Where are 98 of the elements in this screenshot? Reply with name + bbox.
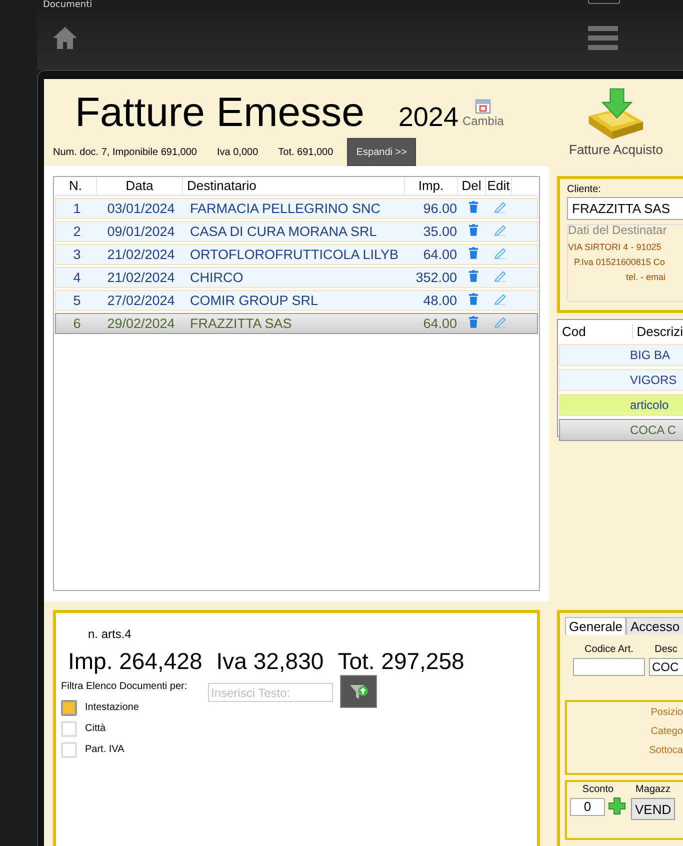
pencil-icon[interactable] xyxy=(494,202,506,213)
date-cell-text: 03/01/2024 xyxy=(106,201,176,216)
summary-text: Num. doc. 7, Imponibile 691,000 xyxy=(53,146,197,158)
column-header: Destinatario xyxy=(183,177,405,195)
funnel-icon xyxy=(348,682,368,700)
code-label: Codice Art. xyxy=(584,644,634,655)
pencil-icon[interactable] xyxy=(494,294,506,305)
filter-button[interactable] xyxy=(340,675,377,708)
column-header: Cod xyxy=(559,324,633,338)
total-value: Imp. 264,428 xyxy=(68,648,202,675)
row-number: 3 xyxy=(72,247,82,262)
tab[interactable]: Generale xyxy=(565,617,626,635)
row-number: 6 xyxy=(72,316,82,331)
recipient-cell-text: COMIR GROUP SRL xyxy=(189,293,320,308)
checkbox[interactable] xyxy=(61,700,77,716)
recipient-cell-text: FARMACIA PELLEGRINO SNC xyxy=(189,201,382,216)
description-label: Desc xyxy=(654,644,678,655)
column-header: Data xyxy=(97,177,183,195)
row-number: 5 xyxy=(72,293,82,308)
checkbox-label: Part. IVA xyxy=(85,744,124,755)
discount-label: Sconto xyxy=(582,784,614,795)
recipient-cell-text: ORTOFLOROFRUTTICOLA LILYB xyxy=(189,247,400,262)
amount-cell-text: 352.00 xyxy=(414,270,458,285)
recipient-detail: tel. - emai xyxy=(625,272,667,282)
summary-text: Iva 0,000 xyxy=(216,146,258,158)
trash-icon[interactable] xyxy=(468,316,478,328)
document-row[interactable]: 5 27/02/2024 COMIR GROUP SRL 48.00 xyxy=(55,290,538,311)
client-field[interactable]: FRAZZITTA SAS xyxy=(567,197,683,220)
pencil-icon[interactable] xyxy=(494,225,506,236)
document-row[interactable]: 2 09/01/2024 CASA DI CURA MORANA SRL 35.00 xyxy=(55,221,538,242)
tab[interactable]: Accesso xyxy=(626,617,683,635)
column-header: Del xyxy=(458,177,486,195)
pencil-icon[interactable] xyxy=(494,317,506,328)
app-title: Documenti xyxy=(43,0,92,11)
article-count: n. arts.4 xyxy=(88,627,132,641)
amount-cell-text: 64.00 xyxy=(422,247,458,262)
summary-text: Tot. 691,000 xyxy=(278,146,334,158)
amount-cell-text: 96.00 xyxy=(422,201,458,216)
pencil-icon[interactable] xyxy=(494,248,506,259)
client-label: Cliente: xyxy=(567,184,602,195)
amount-cell-text: 35.00 xyxy=(422,224,458,239)
classification-label: Sottoca xyxy=(649,745,683,756)
search-field[interactable]: Inserisci Testo: xyxy=(208,683,333,702)
date-cell-text: 27/02/2024 xyxy=(106,293,176,308)
row-number: 2 xyxy=(72,224,82,239)
pencil-icon[interactable] xyxy=(494,271,506,282)
trash-icon[interactable] xyxy=(468,224,478,236)
plus-icon[interactable] xyxy=(608,796,626,814)
article-row[interactable]: COCA C xyxy=(559,419,683,441)
description-field[interactable]: COC xyxy=(649,658,683,676)
warehouse-label: Magazz xyxy=(636,784,671,795)
checkbox-label: Città xyxy=(85,723,106,734)
code-field[interactable] xyxy=(573,658,645,676)
classification-label: Catego xyxy=(650,726,683,737)
checkbox-label: Intestazione xyxy=(85,702,139,713)
document-row[interactable]: 1 03/01/2024 FARMACIA PELLEGRINO SNC 96.00 xyxy=(55,198,538,219)
recipient-detail: VIA SIRTORI 4 - 91025 xyxy=(568,242,662,252)
classification-label: Posizio xyxy=(650,707,683,718)
document-row[interactable]: 6 29/02/2024 FRAZZITTA SAS 64.00 xyxy=(55,313,538,334)
article-row[interactable]: articolo xyxy=(559,394,683,416)
recipient-detail: P.Iva 01521600815 Co xyxy=(573,257,666,267)
trash-icon[interactable] xyxy=(468,247,478,259)
warehouse-button[interactable]: VEND xyxy=(631,798,676,820)
recipient-cell-text: FRAZZITTA SAS xyxy=(189,316,293,331)
article-row[interactable]: VIGORS xyxy=(559,369,683,391)
recipient-cell-text: CASA DI CURA MORANA SRL xyxy=(189,224,378,239)
amount-cell-text: 48.00 xyxy=(422,293,458,308)
row-number: 4 xyxy=(72,270,82,285)
trash-icon[interactable] xyxy=(468,270,478,282)
trash-icon[interactable] xyxy=(468,293,478,305)
expand-button[interactable]: Espandi >> xyxy=(347,138,416,166)
article-row[interactable]: BIG BA xyxy=(559,344,683,366)
calendar-icon[interactable] xyxy=(475,98,492,114)
discount-field[interactable]: 0 xyxy=(570,798,605,816)
recipient-cell-text: CHIRCO xyxy=(189,270,244,285)
year-label: 2024 xyxy=(398,101,458,134)
column-header: N. xyxy=(55,177,97,195)
date-cell-text: 21/02/2024 xyxy=(106,270,176,285)
date-cell-text: 09/01/2024 xyxy=(106,224,176,239)
purchase-invoices-link[interactable]: Fatture Acquisto xyxy=(569,142,663,157)
total-value: Tot. 297,258 xyxy=(338,648,464,675)
menu-icon[interactable] xyxy=(588,26,618,50)
total-value: Iva 32,830 xyxy=(216,648,324,675)
date-cell-text: 29/02/2024 xyxy=(106,316,176,331)
column-header: Descrizi xyxy=(636,324,683,338)
recipient-legend: Dati del Destinatar xyxy=(568,223,683,237)
column-header: Edit xyxy=(486,177,512,195)
filter-label: Filtra Elenco Documenti per: xyxy=(61,681,188,692)
document-row[interactable]: 3 21/02/2024 ORTOFLOROFRUTTICOLA LILYB 64.00 xyxy=(55,244,538,265)
document-row[interactable]: 4 21/02/2024 CHIRCO 352.00 xyxy=(55,267,538,288)
change-year-link[interactable]: Cambia xyxy=(462,114,504,128)
trash-icon[interactable] xyxy=(468,201,478,213)
home-icon[interactable] xyxy=(52,26,78,50)
page-title: Fatture Emesse xyxy=(75,90,364,134)
amount-cell-text: 64.00 xyxy=(422,316,458,331)
date-cell-text: 21/02/2024 xyxy=(106,247,176,262)
column-header: Imp. xyxy=(405,177,458,195)
row-number: 1 xyxy=(72,201,82,216)
